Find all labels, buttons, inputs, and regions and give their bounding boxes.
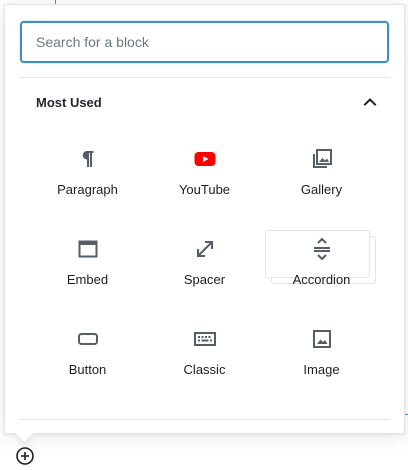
block-label: Button	[68, 362, 107, 377]
image-icon	[310, 327, 334, 351]
block-inserter-popover: Most Used Paragraph	[4, 4, 405, 434]
button-icon	[76, 327, 100, 351]
block-label: Accordion	[292, 272, 351, 287]
divider	[20, 419, 390, 420]
block-item-classic[interactable]: Classic	[146, 315, 263, 405]
panel-header-most-used[interactable]: Most Used	[20, 83, 390, 121]
block-label: Image	[303, 362, 340, 377]
block-label: Classic	[183, 362, 226, 377]
block-item-embed[interactable]: Embed	[29, 225, 146, 315]
block-item-paragraph[interactable]: Paragraph	[29, 135, 146, 225]
block-label: Embed	[66, 272, 109, 287]
plus-circle-icon	[15, 446, 35, 470]
search-input[interactable]	[20, 21, 389, 63]
block-item-spacer[interactable]: Spacer	[146, 225, 263, 315]
block-grid: Paragraph YouTube Gallery Embed Spacer A…	[29, 135, 383, 405]
block-item-button[interactable]: Button	[29, 315, 146, 405]
chevron-up-icon[interactable]	[358, 90, 382, 114]
spacer-icon	[193, 237, 217, 261]
block-label: YouTube	[178, 182, 231, 197]
gallery-icon	[310, 147, 334, 171]
block-item-youtube[interactable]: YouTube	[146, 135, 263, 225]
block-item-gallery[interactable]: Gallery	[263, 135, 380, 225]
divider	[20, 77, 390, 78]
page: Most Used Paragraph	[0, 0, 408, 470]
block-label: Paragraph	[57, 182, 118, 197]
panel-title: Most Used	[36, 94, 102, 110]
add-block-button[interactable]	[15, 446, 35, 470]
search-container	[20, 21, 389, 63]
block-item-image[interactable]: Image	[263, 315, 380, 405]
block-item-accordion[interactable]: Accordion	[263, 225, 380, 315]
accordion-icon	[310, 237, 334, 261]
block-label: Spacer	[183, 272, 226, 287]
embed-icon	[76, 237, 100, 261]
paragraph-icon	[76, 147, 100, 171]
keyboard-icon	[193, 327, 217, 351]
block-label: Gallery	[300, 182, 343, 197]
youtube-icon	[193, 147, 217, 171]
